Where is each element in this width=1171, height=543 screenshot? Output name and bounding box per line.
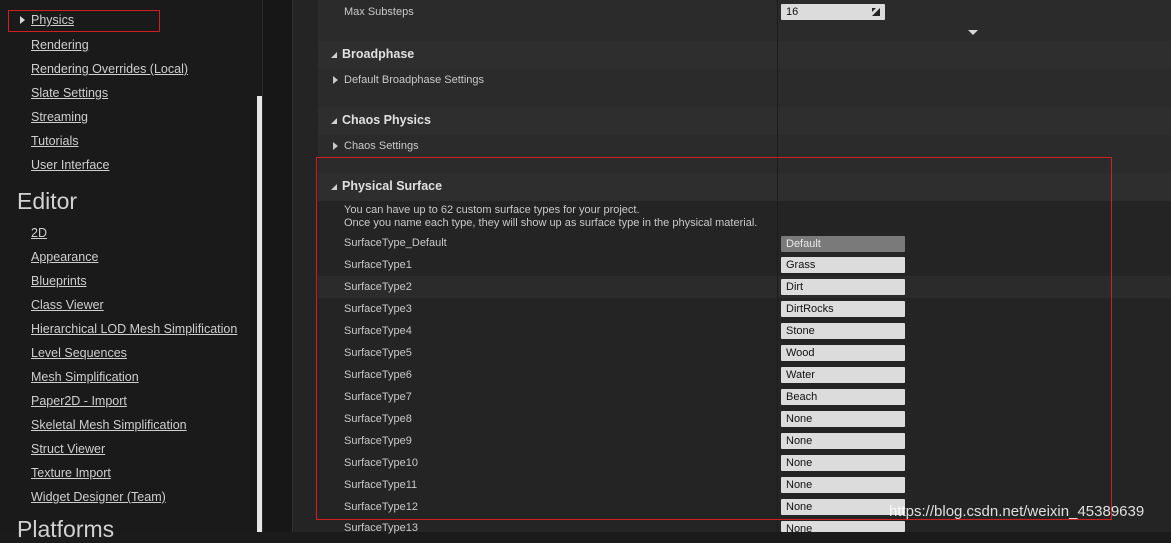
- sidebar-item-blueprints[interactable]: Blueprints: [31, 273, 87, 289]
- sidebar-item-paper2d-import[interactable]: Paper2D - Import: [31, 393, 127, 409]
- sidebar-item-slate-settings[interactable]: Slate Settings: [31, 85, 108, 101]
- spinbox-value: 16: [786, 6, 799, 18]
- highlight-frame: [316, 157, 1112, 520]
- sidebar-item-physics[interactable]: Physics: [8, 10, 160, 32]
- category-broadphase[interactable]: Broadphase: [318, 41, 1171, 69]
- advanced-expander-row[interactable]: [318, 27, 1171, 41]
- property-label: Chaos Settings: [344, 140, 419, 152]
- section-heading-platforms: Platforms: [17, 516, 115, 542]
- surface-value-field[interactable]: None: [781, 521, 905, 535]
- sidebar-item-2d[interactable]: 2D: [31, 225, 47, 241]
- sidebar-item-label[interactable]: Physics: [31, 13, 74, 27]
- section-heading-editor: Editor: [17, 188, 78, 214]
- collapse-triangle-icon[interactable]: [331, 118, 337, 124]
- sidebar-item-hlod-mesh-simplification[interactable]: Hierarchical LOD Mesh Simplification: [31, 321, 237, 337]
- sidebar-item-skeletal-mesh-simplification[interactable]: Skeletal Mesh Simplification: [31, 417, 187, 433]
- collapse-triangle-icon[interactable]: [331, 52, 337, 58]
- sidebar-item-rendering[interactable]: Rendering: [31, 37, 89, 53]
- category-title: Broadphase: [342, 47, 415, 61]
- panel-gutter: [263, 0, 292, 532]
- sidebar-item-mesh-simplification[interactable]: Mesh Simplification: [31, 369, 139, 385]
- sidebar-item-streaming[interactable]: Streaming: [31, 109, 88, 125]
- sidebar-item-user-interface[interactable]: User Interface: [31, 157, 110, 173]
- expand-arrow-icon[interactable]: [333, 76, 338, 84]
- expand-arrow-icon[interactable]: [333, 142, 338, 150]
- sidebar-item-appearance[interactable]: Appearance: [31, 249, 98, 265]
- sidebar-item-rendering-overrides[interactable]: Rendering Overrides (Local): [31, 61, 188, 77]
- property-row-default-broadphase[interactable]: Default Broadphase Settings: [318, 69, 1171, 107]
- sidebar-item-tutorials[interactable]: Tutorials: [31, 133, 78, 149]
- category-title: Chaos Physics: [342, 113, 431, 127]
- settings-sidebar: Physics Rendering Rendering Overrides (L…: [0, 0, 262, 542]
- sidebar-item-widget-designer-team[interactable]: Widget Designer (Team): [31, 489, 166, 505]
- spinner-arrows-icon[interactable]: [871, 7, 881, 17]
- property-label: Default Broadphase Settings: [344, 74, 485, 86]
- watermark: https://blog.csdn.net/weixin_45389639: [889, 503, 1145, 520]
- max-substeps-spinbox[interactable]: 16: [781, 4, 885, 20]
- surface-row: SurfaceType13: [318, 518, 1171, 534]
- property-label: Max Substeps: [344, 6, 414, 18]
- sidebar-item-class-viewer[interactable]: Class Viewer: [31, 297, 104, 313]
- sidebar-item-texture-import[interactable]: Texture Import: [31, 465, 111, 481]
- sidebar-item-struct-viewer[interactable]: Struct Viewer: [31, 441, 105, 457]
- expand-arrow-icon[interactable]: [20, 16, 25, 24]
- sidebar-item-level-sequences[interactable]: Level Sequences: [31, 345, 127, 361]
- surface-label: SurfaceType13: [344, 522, 418, 534]
- property-row-max-substeps: Max Substeps: [318, 0, 1171, 27]
- category-chaos-physics[interactable]: Chaos Physics: [318, 107, 1171, 135]
- expand-advanced-icon[interactable]: [968, 30, 978, 35]
